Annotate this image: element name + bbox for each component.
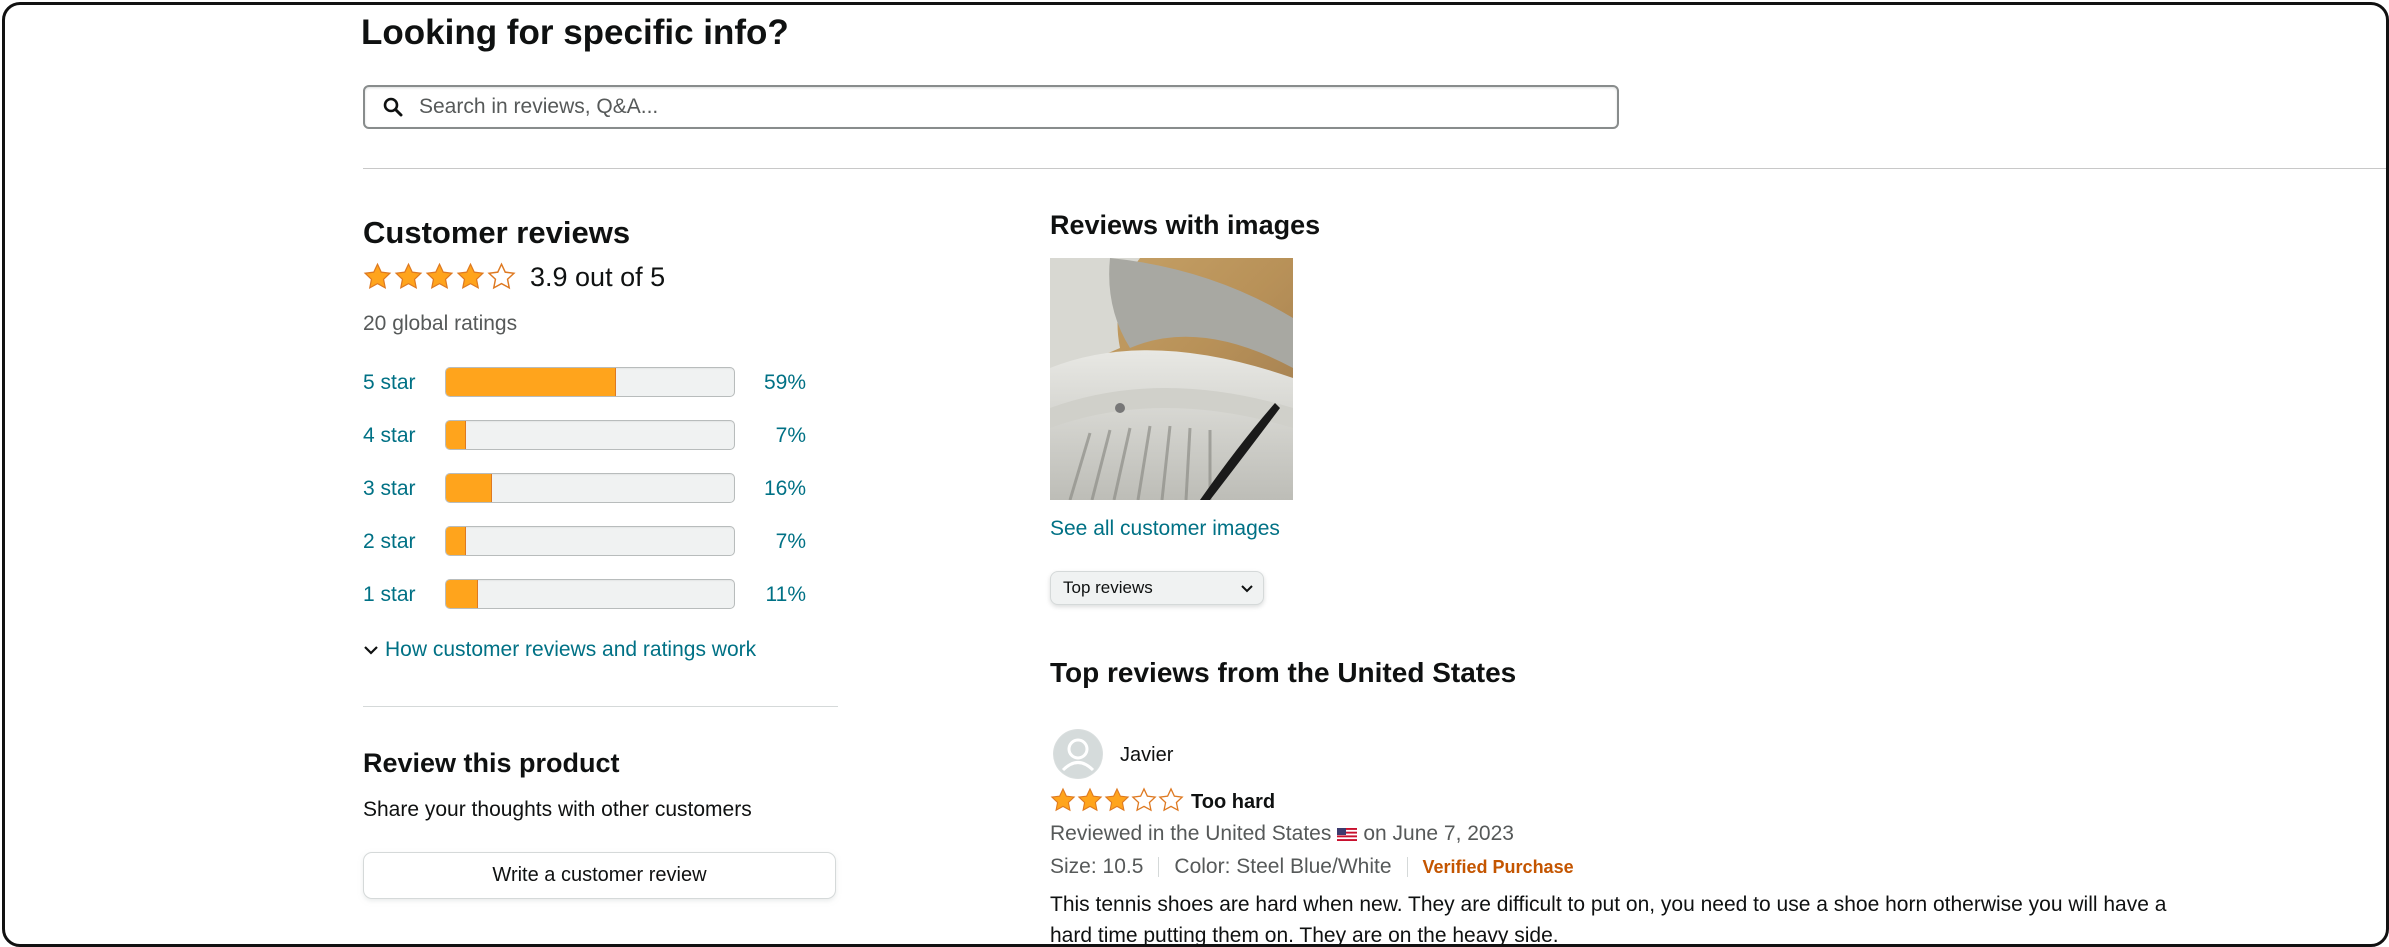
histogram-fill [446,474,493,502]
histogram-bar[interactable] [445,579,735,609]
search-heading: Looking for specific info? [361,13,789,52]
overall-rating-text: 3.9 out of 5 [530,262,666,292]
search-input[interactable] [417,94,1617,120]
star-full-icon [363,262,392,291]
review-location-date: Reviewed in the United States on June 7,… [1050,822,1514,846]
histogram-percent[interactable]: 59% [758,371,806,395]
top-reviews-heading: Top reviews from the United States [1050,657,1517,688]
search-icon [383,97,403,117]
histogram-percent[interactable]: 7% [758,424,806,448]
review-star-rating[interactable] [1050,787,1184,813]
histogram-fill [446,421,467,449]
histogram-bar[interactable] [445,473,735,503]
reviews-with-images-heading: Reviews with images [1050,210,1321,240]
separator [1158,857,1160,877]
user-icon [1054,730,1102,778]
color-attribute[interactable]: Color: Steel Blue/White [1174,855,1391,879]
chevron-down-icon [1241,585,1253,593]
left-divider [363,706,838,707]
star-empty-icon [487,262,516,291]
separator [1406,857,1408,877]
review-title[interactable]: Too hard [1191,791,1275,814]
star-full-icon [1050,787,1076,813]
review-product-heading: Review this product [363,748,620,778]
histogram-bar[interactable] [445,367,735,397]
histogram-percent[interactable]: 16% [758,477,806,501]
histogram-label[interactable]: 1 star [363,583,416,607]
histogram-fill [446,368,616,396]
histogram-bar[interactable] [445,420,735,450]
histogram-fill [446,527,467,555]
review-date: on June 7, 2023 [1363,822,1514,845]
histogram-row-1-star[interactable]: 1 star 11% [363,577,863,617]
shoe-photo [1050,258,1293,500]
see-all-images-link[interactable]: See all customer images [1050,517,1280,541]
histogram-label[interactable]: 3 star [363,477,416,501]
overall-star-rating[interactable] [363,262,516,291]
histogram-fill [446,580,478,608]
review-variant-meta: Size: 10.5 Color: Steel Blue/White Verif… [1050,855,1574,879]
page-frame: Looking for specific info? Customer revi… [2,2,2389,947]
reviewer-name[interactable]: Javier [1120,744,1173,767]
histogram-row-2-star[interactable]: 2 star 7% [363,524,863,564]
how-reviews-work-text[interactable]: How customer reviews and ratings work [385,638,756,662]
share-thoughts-text: Share your thoughts with other customers [363,798,752,821]
star-empty-icon [1158,787,1184,813]
review-body: This tennis shoes are hard when new. The… [1050,893,2167,947]
histogram-percent[interactable]: 11% [758,583,806,607]
histogram-label[interactable]: 2 star [363,530,416,554]
global-ratings-count: 20 global ratings [363,312,518,335]
size-attribute: Size: 10.5 [1050,855,1144,878]
histogram-row-3-star[interactable]: 3 star 16% [363,471,863,511]
histogram-bar[interactable] [445,526,735,556]
chevron-down-icon [364,646,378,655]
us-flag-icon [1337,827,1358,841]
histogram-row-4-star[interactable]: 4 star 7% [363,418,863,458]
histogram-percent[interactable]: 7% [758,530,806,554]
histogram-label[interactable]: 4 star [363,424,416,448]
how-reviews-work-link[interactable]: How customer reviews and ratings work [363,638,756,662]
sort-dropdown[interactable]: Top reviews [1050,571,1264,605]
verified-purchase-badge[interactable]: Verified Purchase [1423,857,1574,878]
write-review-button[interactable]: Write a customer review [363,852,836,899]
top-divider [363,168,2386,169]
avatar [1053,729,1103,779]
reviewed-in-text: Reviewed in the United States [1050,822,1332,845]
star-full-icon [1104,787,1130,813]
star-full-icon [394,262,423,291]
review-image-thumbnail[interactable] [1050,258,1293,500]
star-empty-icon [1131,787,1157,813]
customer-reviews-heading: Customer reviews [363,215,631,250]
histogram-label[interactable]: 5 star [363,371,416,395]
star-full-icon [1077,787,1103,813]
histogram-row-5-star[interactable]: 5 star 59% [363,365,863,405]
star-full-icon [425,262,454,291]
sort-selected-value: Top reviews [1063,578,1153,597]
search-box[interactable] [363,85,1619,129]
star-full-icon [456,262,485,291]
